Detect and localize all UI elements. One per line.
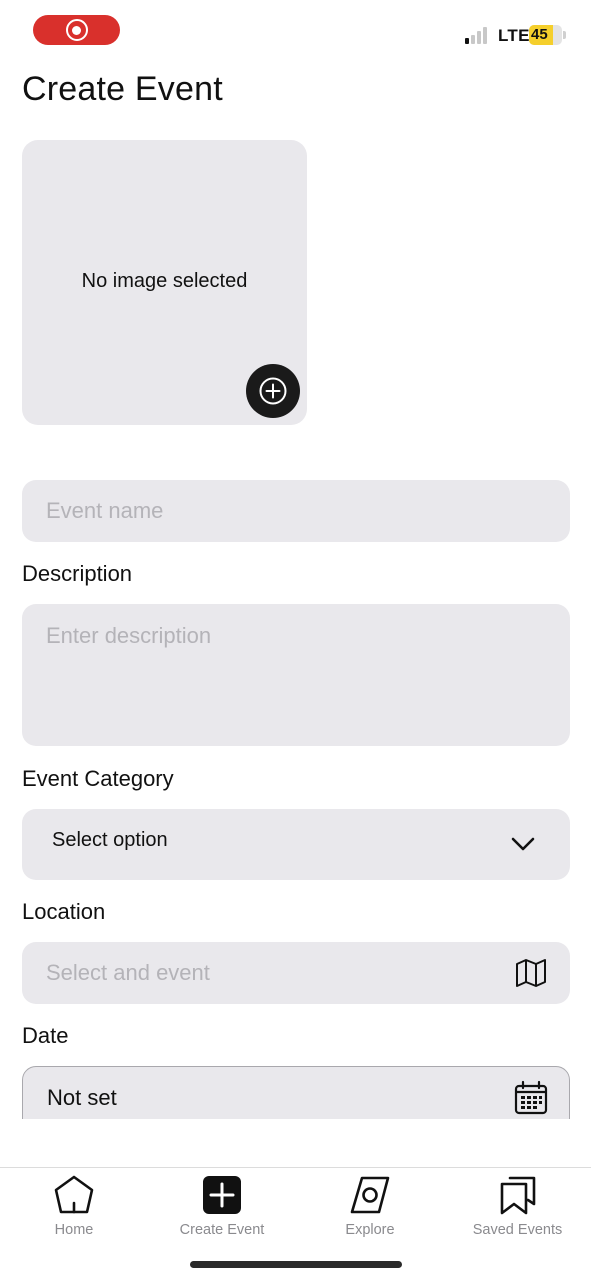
page-title: Create Event: [22, 70, 223, 108]
date-picker-field[interactable]: Not set: [22, 1066, 570, 1119]
network-type-label: LTE: [498, 26, 530, 45]
tab-label: Create Event: [179, 1222, 265, 1238]
description-placeholder: Enter description: [46, 623, 212, 648]
tab-create-event[interactable]: Create Event: [148, 1168, 296, 1248]
location-placeholder: Select and event: [46, 960, 210, 985]
compass-icon: [350, 1176, 390, 1214]
date-field-clip: Not set: [22, 1066, 570, 1119]
record-icon: [65, 19, 88, 41]
battery-level: 45: [531, 26, 548, 43]
event-name-placeholder: Event name: [46, 498, 164, 523]
tab-home[interactable]: Home: [0, 1168, 148, 1248]
plus-circle-icon: [259, 377, 287, 405]
battery-cap: [563, 31, 566, 39]
bookmarks-icon: [500, 1176, 535, 1215]
description-textarea[interactable]: Enter description: [22, 604, 570, 746]
battery-icon: 45: [529, 25, 562, 45]
event-category-label: Event Category: [22, 766, 174, 791]
date-value: Not set: [47, 1085, 117, 1110]
calendar-icon[interactable]: [513, 1080, 549, 1116]
tab-saved-events[interactable]: Saved Events: [444, 1168, 591, 1248]
screen-recording-indicator[interactable]: [33, 15, 120, 45]
description-label: Description: [22, 561, 133, 586]
tab-label: Saved Events: [472, 1222, 563, 1238]
event-category-value: Select option: [52, 829, 168, 851]
home-indicator: [190, 1261, 402, 1268]
event-name-input[interactable]: Event name: [22, 480, 570, 542]
signal-strength-icon: [465, 27, 487, 44]
date-label: Date: [22, 1023, 69, 1048]
location-input[interactable]: Select and event: [22, 942, 570, 1004]
image-picker[interactable]: No image selected: [22, 140, 307, 425]
location-label: Location: [22, 899, 106, 924]
no-image-text: No image selected: [81, 270, 248, 292]
home-icon: [54, 1175, 94, 1214]
add-image-button[interactable]: [246, 364, 300, 418]
tab-label: Home: [54, 1222, 94, 1238]
tab-label: Explore: [345, 1222, 395, 1238]
status-bar: LTE 45: [0, 0, 591, 60]
map-icon[interactable]: [514, 958, 548, 988]
tab-explore[interactable]: Explore: [296, 1168, 444, 1248]
event-category-select[interactable]: Select option: [22, 809, 570, 880]
chevron-down-icon: [511, 837, 535, 851]
plus-square-icon: [203, 1176, 241, 1214]
